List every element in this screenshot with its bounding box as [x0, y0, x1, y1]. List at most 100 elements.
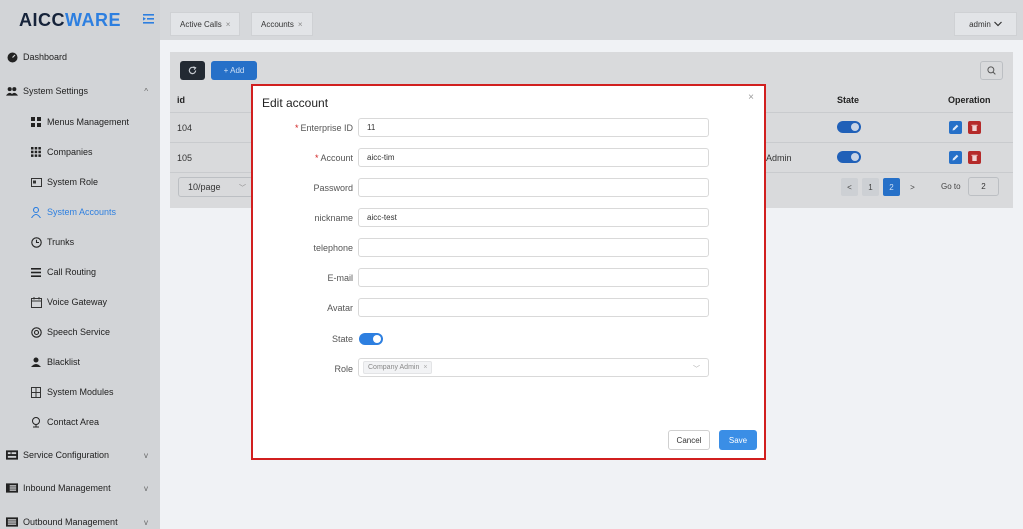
dialog-title: Edit account: [262, 96, 329, 110]
role-tag: Company Admin ×: [363, 361, 433, 374]
page-size-select[interactable]: 10/page ﹀: [178, 177, 253, 197]
telephone-field[interactable]: [358, 238, 709, 257]
top-bar: Active Calls × Accounts × admin: [160, 0, 1023, 40]
sidebar-item-system-role[interactable]: System Role: [0, 170, 160, 194]
sidebar-item-call-routing[interactable]: Call Routing: [0, 260, 160, 284]
sidebar-item-system-settings[interactable]: System Settings ^: [0, 79, 160, 103]
state-toggle[interactable]: [359, 333, 383, 345]
pencil-icon: [952, 124, 959, 131]
logo-bar: AICCWARE: [0, 0, 160, 40]
inbound-icon: [6, 482, 18, 494]
add-button[interactable]: + Add: [211, 61, 257, 80]
email-field[interactable]: [358, 268, 709, 287]
user-icon: [30, 206, 42, 218]
sidebar-item-blacklist[interactable]: Blacklist: [0, 350, 160, 374]
delete-button[interactable]: [968, 121, 981, 134]
next-page-button[interactable]: >: [904, 178, 921, 196]
sidebar-item-speech-service[interactable]: Speech Service: [0, 320, 160, 344]
modules-icon: [30, 386, 42, 398]
enterprise-id-label: * Enterprise ID: [294, 123, 353, 133]
sidebar-item-voice-gateway[interactable]: Voice Gateway: [0, 290, 160, 314]
column-header-id: id: [177, 95, 185, 105]
dashboard-icon: [6, 51, 18, 63]
grid-icon: [30, 116, 42, 128]
avatar-field[interactable]: [358, 298, 709, 317]
tab-active-calls[interactable]: Active Calls ×: [170, 12, 241, 36]
role-select[interactable]: Company Admin × ﹀: [358, 358, 709, 377]
menu-collapse-icon[interactable]: [143, 14, 154, 24]
sidebar-item-contact-area[interactable]: Contact Area: [0, 410, 160, 434]
location-icon: [30, 416, 42, 428]
enterprise-id-field[interactable]: 11: [358, 118, 709, 137]
sidebar-item-outbound-management[interactable]: Outbound Management v: [0, 510, 160, 529]
edit-account-dialog: Edit account × * Enterprise ID 11 * Accoun…: [251, 84, 766, 460]
sidebar-item-menus-management[interactable]: Menus Management: [0, 110, 160, 134]
chevron-down-icon: v: [144, 484, 148, 493]
person-icon: [30, 356, 42, 368]
user-menu-button[interactable]: admin: [954, 12, 1017, 36]
grid9-icon: [30, 146, 42, 158]
sidebar: AICCWARE Dashboard System Settings ^ Men…: [0, 0, 160, 529]
page-1-button[interactable]: 1: [862, 178, 879, 196]
edit-button[interactable]: [949, 121, 962, 134]
cell-id: 104: [177, 123, 193, 133]
column-header-state: State: [837, 95, 860, 105]
refresh-button[interactable]: [180, 61, 205, 80]
password-label: Password: [313, 183, 353, 193]
logo: AICCWARE: [19, 9, 121, 30]
role-label: Role: [334, 364, 353, 374]
cancel-button[interactable]: Cancel: [668, 430, 710, 450]
state-toggle[interactable]: [837, 151, 861, 163]
sidebar-item-system-modules[interactable]: System Modules: [0, 380, 160, 404]
avatar-label: Avatar: [327, 303, 353, 313]
password-field[interactable]: [358, 178, 709, 197]
email-label: E-mail: [327, 273, 353, 283]
column-header-operation: Operation: [948, 95, 991, 105]
nickname-label: nickname: [314, 213, 353, 223]
sidebar-item-trunks[interactable]: Trunks: [0, 230, 160, 254]
sidebar-item-service-configuration[interactable]: Service Configuration v: [0, 443, 160, 467]
prev-page-button[interactable]: <: [841, 178, 858, 196]
chevron-down-icon: v: [144, 451, 148, 460]
cell-role: Admin: [766, 153, 792, 163]
state-toggle[interactable]: [837, 121, 861, 133]
trash-icon: [971, 154, 978, 161]
telephone-label: telephone: [313, 243, 353, 253]
chevron-down-icon: v: [144, 518, 148, 527]
goto-label: Go to: [941, 182, 961, 191]
id-card-icon: [30, 176, 42, 188]
delete-button[interactable]: [968, 151, 981, 164]
close-icon[interactable]: ×: [298, 20, 303, 29]
close-icon[interactable]: ×: [423, 364, 427, 371]
outbound-icon: [6, 516, 18, 528]
save-button[interactable]: Save: [719, 430, 757, 450]
sidebar-item-system-accounts[interactable]: System Accounts: [0, 200, 160, 224]
edit-button[interactable]: [949, 151, 962, 164]
account-field[interactable]: aicc-tim: [358, 148, 709, 167]
list-icon: [30, 266, 42, 278]
sidebar-item-companies[interactable]: Companies: [0, 140, 160, 164]
nickname-field[interactable]: aicc-test: [358, 208, 709, 227]
calendar-icon: [30, 296, 42, 308]
chevron-down-icon: [993, 21, 1002, 27]
sidebar-item-dashboard[interactable]: Dashboard: [0, 45, 160, 69]
close-icon[interactable]: ×: [748, 92, 754, 103]
search-icon: [987, 66, 996, 75]
chevron-down-icon: ﹀: [693, 366, 700, 373]
goto-input[interactable]: 2: [968, 177, 999, 196]
globe-icon: [30, 326, 42, 338]
close-icon[interactable]: ×: [226, 20, 231, 29]
sidebar-item-inbound-management[interactable]: Inbound Management v: [0, 476, 160, 500]
page-2-button[interactable]: 2: [883, 178, 900, 196]
chevron-up-icon: ^: [144, 87, 148, 96]
tab-accounts[interactable]: Accounts ×: [251, 12, 313, 36]
account-label: * Account: [314, 153, 353, 163]
refresh-icon: [188, 66, 197, 75]
state-label: State: [331, 334, 353, 344]
cell-id: 105: [177, 153, 193, 163]
users-icon: [6, 85, 18, 97]
chevron-down-icon: ﹀: [239, 185, 246, 192]
keyboard-icon: [6, 449, 18, 461]
trash-icon: [971, 124, 978, 131]
search-button[interactable]: [980, 61, 1003, 80]
